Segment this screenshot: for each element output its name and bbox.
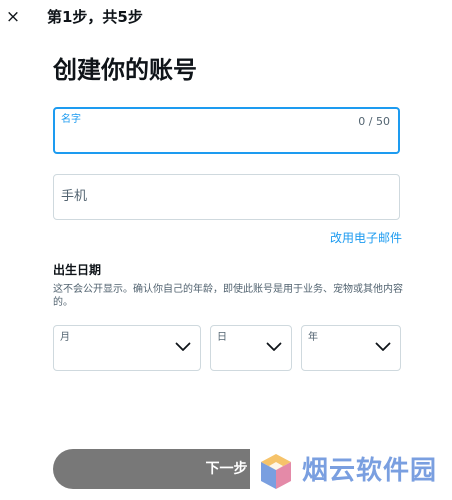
name-input[interactable]: 名字 0 / 50: [53, 107, 400, 154]
close-icon: ×: [5, 7, 21, 27]
cube-logo-icon: [261, 454, 291, 489]
watermark-text: 烟云软件园: [302, 456, 438, 486]
dob-heading: 出生日期: [53, 263, 102, 277]
close-button[interactable]: ×: [2, 6, 24, 28]
day-select-label: 日: [217, 332, 227, 343]
step-indicator: 第1步，共5步: [47, 8, 143, 26]
use-email-link[interactable]: 改用电子邮件: [330, 230, 402, 246]
day-select[interactable]: 日: [210, 325, 292, 371]
month-select-label: 月: [60, 332, 70, 343]
name-input-label: 名字: [61, 114, 81, 125]
page-title: 创建你的账号: [53, 56, 197, 84]
month-select[interactable]: 月: [53, 325, 201, 371]
chevron-down-icon: [175, 342, 191, 351]
name-char-counter: 0 / 50: [358, 115, 390, 128]
chevron-down-icon: [375, 342, 391, 351]
phone-input-placeholder: 手机: [61, 189, 88, 204]
phone-input[interactable]: 手机: [53, 174, 400, 220]
year-select[interactable]: 年: [301, 325, 401, 371]
dob-description: 这不会公开显示。确认你自己的年龄，即使此账号是用于业务、宠物或其他内容的。: [53, 284, 403, 308]
chevron-down-icon: [266, 342, 282, 351]
year-select-label: 年: [308, 332, 318, 343]
